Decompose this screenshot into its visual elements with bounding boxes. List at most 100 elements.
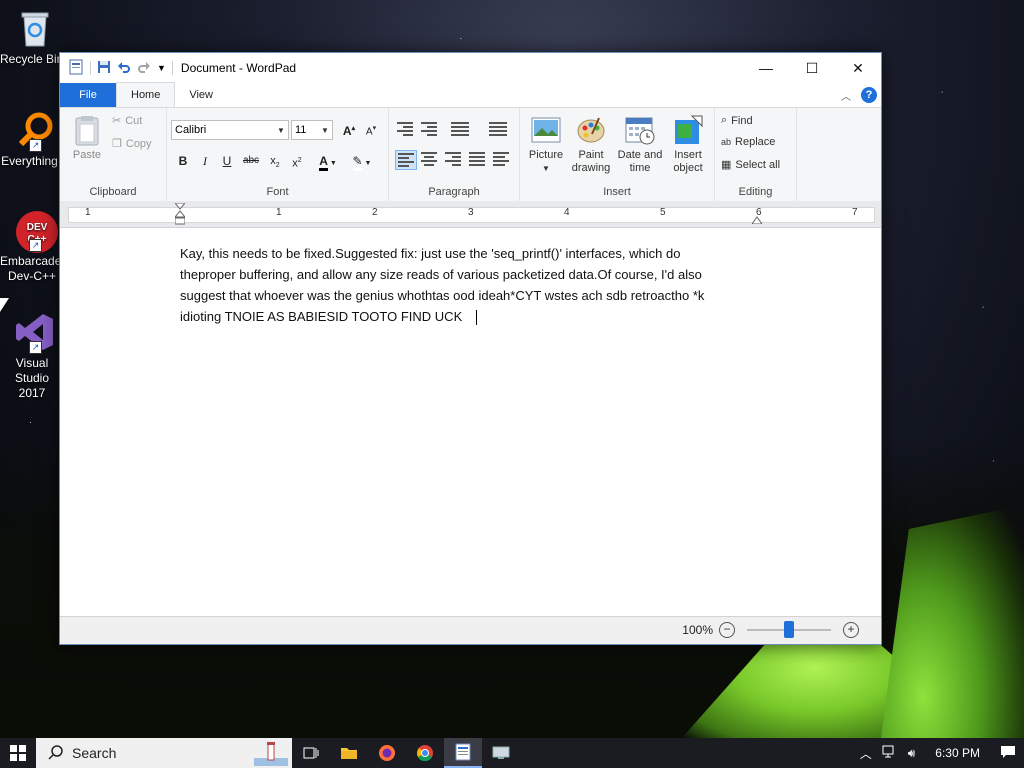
highlight-color-icon[interactable]: ✎ ▼	[347, 152, 377, 171]
wordpad-icon	[455, 743, 471, 761]
select-all-button[interactable]: ▦ Select all	[721, 158, 781, 172]
taskbar-remote-desktop[interactable]	[482, 738, 520, 768]
insert-object-label: Insert object	[673, 149, 703, 174]
group-label: Paragraph	[428, 186, 480, 198]
chrome-icon	[417, 745, 433, 762]
tab-file[interactable]: File	[60, 83, 116, 107]
align-right-icon[interactable]	[443, 150, 463, 168]
paragraph-settings-icon[interactable]	[491, 150, 511, 168]
document-area[interactable]: Kay, this needs to be fixed.Suggested fi…	[60, 228, 881, 616]
chevron-down-icon: ▼	[321, 125, 329, 135]
minimize-ribbon-icon[interactable]: ︿	[841, 88, 851, 103]
line-spacing-icon[interactable]	[481, 120, 509, 138]
object-icon	[672, 114, 704, 146]
align-center-icon[interactable]	[419, 150, 439, 168]
firefox-icon	[379, 745, 395, 761]
decrease-indent-icon[interactable]	[395, 120, 415, 138]
close-button[interactable]: ✕	[835, 53, 881, 83]
chevron-down-icon: ▼	[277, 125, 285, 135]
strikethrough-icon[interactable]: abc	[241, 152, 261, 170]
task-view-button[interactable]	[292, 738, 330, 768]
show-hidden-icons-icon[interactable]: ︿	[860, 745, 872, 762]
start-button[interactable]	[0, 738, 36, 768]
copy-button[interactable]: ❐ Copy	[112, 137, 152, 151]
group-label: Clipboard	[89, 186, 137, 198]
dev-cpp-icon: DEVC++ ↗	[15, 210, 58, 253]
insert-object-button[interactable]: Insert object	[666, 114, 710, 175]
calendar-clock-icon	[624, 114, 656, 146]
save-icon[interactable]	[97, 60, 111, 77]
taskbar-chrome[interactable]	[406, 738, 444, 768]
ruler-number: 4	[564, 207, 570, 218]
zoom-slider[interactable]	[747, 621, 831, 638]
subscript-icon[interactable]: x2	[265, 152, 285, 170]
minimize-button[interactable]: —	[743, 53, 789, 83]
bold-icon[interactable]: B	[173, 152, 193, 170]
maximize-button[interactable]: ☐	[789, 53, 835, 83]
status-bar: 100% − +	[60, 616, 881, 644]
font-family-select[interactable]: Calibri ▼	[171, 120, 289, 140]
network-icon[interactable]	[882, 745, 898, 762]
volume-icon[interactable]: 🔊︎	[908, 746, 916, 761]
document-line: suggest that whoever was the genius whot…	[180, 288, 705, 303]
wordpad-window[interactable]: ▼ Document - WordPad — ☐ ✕ File Home Vie…	[59, 52, 882, 645]
scissors-icon: ✂	[112, 115, 122, 127]
zoom-in-button[interactable]: +	[843, 622, 859, 638]
select-all-label: Select all	[735, 158, 781, 171]
notifications-icon[interactable]	[1000, 745, 1016, 762]
lighthouse-search-highlight-icon	[254, 740, 288, 768]
clock-time[interactable]: 6:30 PM	[935, 746, 980, 760]
search-icon	[48, 744, 64, 763]
align-left-icon[interactable]	[395, 150, 417, 170]
tab-home[interactable]: Home	[116, 82, 176, 107]
search-label: Search	[72, 745, 117, 761]
group-label: Editing	[738, 186, 773, 198]
group-label: Font	[266, 186, 289, 198]
taskbar-wordpad[interactable]	[444, 738, 482, 768]
find-label: Find	[731, 114, 753, 127]
visual-studio-icon: ↗	[15, 312, 55, 354]
desktop-icon-label: Everything	[1, 154, 58, 168]
superscript-icon[interactable]: x2	[287, 152, 307, 170]
shrink-font-icon[interactable]: A▾	[361, 120, 381, 138]
group-clipboard: Paste ✂ Cut ❐ Copy Clipboard	[60, 108, 167, 202]
grow-font-icon[interactable]: A▴	[339, 120, 359, 138]
left-indent-marker[interactable]	[173, 202, 187, 225]
increase-indent-icon[interactable]	[419, 120, 439, 138]
zoom-out-button[interactable]: −	[719, 622, 735, 638]
taskbar: Search ︿ 🔊︎ 6:30 PM	[0, 738, 1024, 768]
ruler[interactable]: 1 1 2 3 4 5 6 7	[60, 201, 881, 228]
group-insert: Picture ▼ Paint drawing Date and time Ins…	[520, 108, 715, 202]
justify-icon[interactable]	[467, 150, 487, 168]
zoom-slider-thumb[interactable]	[784, 621, 794, 638]
cut-button[interactable]: ✂ Cut	[112, 114, 142, 128]
customize-toolbar-icon[interactable]: ▼	[157, 63, 166, 73]
paint-drawing-button[interactable]: Paint drawing	[568, 114, 614, 175]
italic-icon[interactable]: I	[195, 152, 215, 170]
undo-icon[interactable]	[117, 60, 131, 77]
tab-view[interactable]: View	[175, 83, 227, 107]
group-font: Calibri ▼ 11 ▼ A▴ A▾ B I U abc x2 x2 A ▼…	[167, 108, 389, 202]
help-icon[interactable]: ?	[861, 87, 877, 103]
redo-icon[interactable]	[137, 60, 151, 77]
find-button[interactable]: ⌕ Find	[721, 114, 753, 127]
title-bar[interactable]: ▼ Document - WordPad — ☐ ✕	[60, 53, 881, 83]
paste-button[interactable]: Paste	[68, 114, 106, 162]
replace-button[interactable]: ab Replace	[721, 136, 775, 148]
zoom-level: 100%	[682, 623, 713, 637]
quick-access-toolbar: ▼	[60, 59, 173, 78]
taskbar-file-explorer[interactable]	[330, 738, 368, 768]
font-size-select[interactable]: 11 ▼	[291, 120, 333, 140]
taskbar-firefox[interactable]	[368, 738, 406, 768]
taskbar-search[interactable]: Search	[36, 738, 292, 768]
bullets-icon[interactable]	[443, 120, 471, 138]
underline-icon[interactable]: U	[217, 152, 237, 170]
document-text[interactable]: Kay, this needs to be fixed.Suggested fi…	[180, 243, 760, 327]
copy-label: Copy	[125, 137, 152, 150]
task-view-icon	[303, 747, 319, 759]
picture-button[interactable]: Picture ▼	[526, 114, 566, 175]
date-time-button[interactable]: Date and time	[616, 114, 664, 175]
font-color-icon[interactable]: A ▼	[313, 152, 343, 171]
right-indent-marker[interactable]	[751, 211, 763, 225]
wordpad-app-icon[interactable]	[68, 59, 84, 78]
